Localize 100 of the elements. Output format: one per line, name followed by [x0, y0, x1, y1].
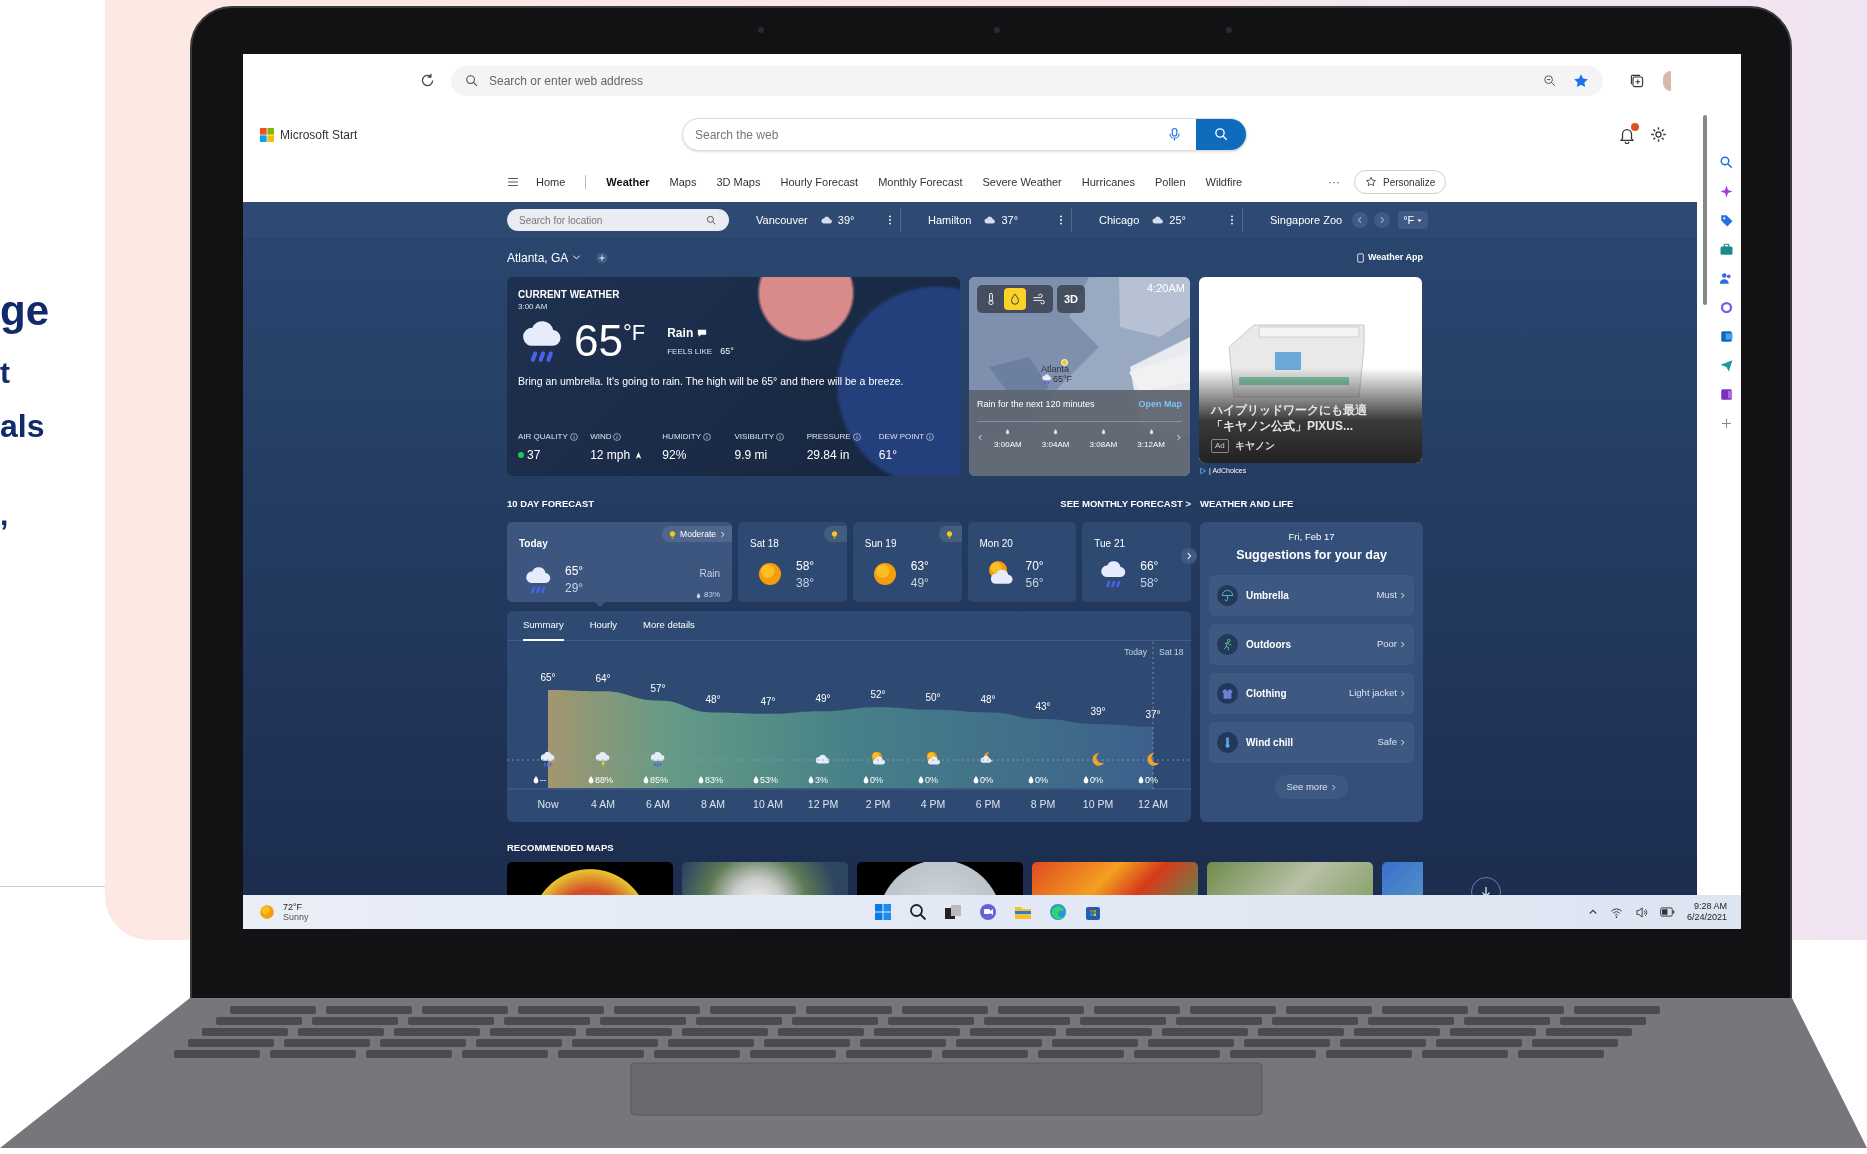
more-vertical-icon[interactable] — [888, 214, 892, 226]
temperature-label: 43° — [1035, 701, 1051, 713]
volume-icon[interactable] — [1634, 905, 1648, 919]
suggestion-row[interactable]: Outdoors Poor — [1209, 624, 1414, 665]
location-name[interactable]: Singapore Zoo — [1270, 211, 1343, 229]
wifi-icon[interactable] — [1609, 905, 1623, 919]
task-view-icon[interactable] — [943, 902, 963, 922]
location-name[interactable]: Hamilton — [928, 211, 972, 229]
nav-link[interactable]: Severe Weather — [982, 173, 1062, 191]
nav-link[interactable]: Hourly Forecast — [780, 173, 859, 191]
collections-icon[interactable] — [1629, 72, 1645, 89]
caret-down-icon[interactable] — [572, 253, 582, 262]
logo-icon — [260, 127, 274, 142]
tag-icon[interactable] — [1719, 213, 1734, 228]
search-button[interactable] — [1196, 119, 1246, 150]
forecast-day-card[interactable]: Tue 21 66° 58° — [1082, 522, 1191, 602]
add-icon[interactable] — [1719, 416, 1734, 431]
windows-logo-icon[interactable] — [873, 902, 893, 922]
nav-link[interactable]: Monthly Forecast — [878, 173, 963, 191]
more-button[interactable]: ··· — [1328, 173, 1340, 191]
clock[interactable]: 9:28 AM 6/24/2021 — [1686, 901, 1727, 923]
refresh-icon[interactable] — [419, 72, 436, 89]
nav-link[interactable]: Home — [536, 173, 566, 191]
ad-card[interactable]: ハイブリッドワークにも最適 「キヤノン公式」PIXUS... Ad キヤノン — [1199, 277, 1422, 463]
drop-icon — [696, 591, 701, 599]
nav-link[interactable]: Hurricanes — [1081, 173, 1135, 191]
nav-link[interactable]: Weather — [606, 173, 650, 191]
alert-text: Moderate — [680, 527, 716, 541]
temperature-label: 65° — [540, 672, 556, 683]
metric-label: HUMIDITY — [662, 431, 701, 443]
more-vertical-icon[interactable] — [1230, 214, 1234, 226]
people-icon[interactable] — [1719, 271, 1734, 286]
scrollbar-thumb[interactable] — [1702, 115, 1707, 305]
browser-icon[interactable] — [1048, 902, 1068, 922]
ad-title: ハイブリッドワークにも最適 — [1211, 402, 1368, 418]
menu-icon[interactable] — [506, 175, 520, 189]
drop-icon — [643, 776, 649, 784]
settings-icon[interactable] — [1650, 126, 1667, 143]
add-location-icon[interactable] — [595, 250, 610, 265]
pollen-alert-badge[interactable]: Moderate — [662, 526, 732, 542]
chart-tab[interactable]: Hourly — [589, 611, 618, 641]
forecast-day-card[interactable]: Sat 18 58° 38° — [738, 522, 847, 602]
nav-link[interactable]: Pollen — [1155, 173, 1186, 191]
location-title[interactable]: Atlanta, GA — [507, 248, 569, 267]
web-search-field[interactable]: Search the web — [682, 118, 1247, 151]
location-name[interactable]: Vancouver — [756, 211, 808, 229]
unit-selector[interactable]: °F — [1398, 211, 1429, 229]
suggestion-row[interactable]: Wind chill Safe — [1209, 722, 1414, 763]
next-button[interactable] — [1181, 548, 1197, 564]
chevron-left-icon[interactable] — [977, 433, 984, 441]
precipitation-label: 3% — [815, 775, 828, 785]
map-layer-button[interactable] — [1004, 288, 1026, 310]
chevron-up-icon[interactable] — [1587, 907, 1598, 917]
more-vertical-icon[interactable] — [1059, 214, 1063, 226]
pollen-icon — [829, 529, 839, 539]
suggestion-row[interactable]: Clothing Light jacket — [1209, 673, 1414, 714]
nav-link[interactable]: Wildfire — [1205, 173, 1243, 191]
pollen-alert-badge[interactable] — [938, 526, 962, 542]
search-icon[interactable] — [908, 902, 928, 922]
timeline-label: 3:12AM — [1137, 438, 1165, 451]
info-icon — [852, 433, 861, 441]
day-condition: Rain — [699, 567, 720, 581]
see-more-button[interactable]: See more — [1275, 775, 1348, 799]
notebook-app-icon[interactable] — [1719, 387, 1734, 402]
drop-icon — [1028, 776, 1034, 784]
location-search-field[interactable]: Search for location — [507, 209, 729, 231]
chart-tab[interactable]: Summary — [523, 611, 564, 641]
day-precipitation: 83% — [704, 589, 720, 601]
zoom-out-icon[interactable] — [1543, 73, 1557, 88]
briefcase-icon[interactable] — [1719, 242, 1734, 257]
drop-icon — [1053, 427, 1059, 435]
metric-value: 12 mph — [590, 447, 631, 464]
favorite-star-icon[interactable] — [1573, 72, 1589, 89]
drop-icon — [1138, 776, 1144, 784]
monthly-forecast-link[interactable]: SEE MONTHLY FORECAST > — [1060, 496, 1191, 512]
temperature-unit: °F — [622, 322, 646, 344]
pollen-alert-badge[interactable] — [823, 526, 847, 542]
chevron-right-icon — [1399, 641, 1406, 648]
sparkle-icon[interactable] — [1719, 184, 1734, 199]
map-3d-button[interactable]: 3D — [1057, 285, 1085, 313]
weather-app-link[interactable]: Weather App — [1368, 250, 1423, 265]
nav-link[interactable]: Maps — [669, 173, 697, 191]
pollen-icon — [944, 529, 954, 539]
adchoices-icon[interactable] — [1199, 467, 1207, 476]
suggestion-row[interactable]: Umbrella Must — [1209, 575, 1414, 616]
battery-icon[interactable] — [1659, 907, 1675, 917]
microphone-icon[interactable] — [1167, 127, 1182, 142]
previous-button[interactable] — [1352, 212, 1369, 228]
precipitation-label: 83% — [705, 775, 723, 785]
precipitation-label: 85% — [650, 775, 668, 785]
ring-icon[interactable] — [1719, 300, 1734, 315]
chat-icon[interactable] — [978, 902, 998, 922]
nav-link[interactable]: 3D Maps — [716, 173, 761, 191]
chart-tab[interactable]: More details — [643, 611, 695, 641]
location-name[interactable]: Chicago — [1099, 211, 1140, 229]
address-bar[interactable]: Search or enter web address — [451, 65, 1603, 96]
forecast-day-card[interactable]: Mon 20 70° 56° — [967, 522, 1077, 602]
paper-plane-icon[interactable] — [1719, 358, 1734, 373]
mail-app-icon[interactable] — [1719, 329, 1734, 344]
forecast-day-card[interactable]: Sun 19 63° 49° — [852, 522, 962, 602]
